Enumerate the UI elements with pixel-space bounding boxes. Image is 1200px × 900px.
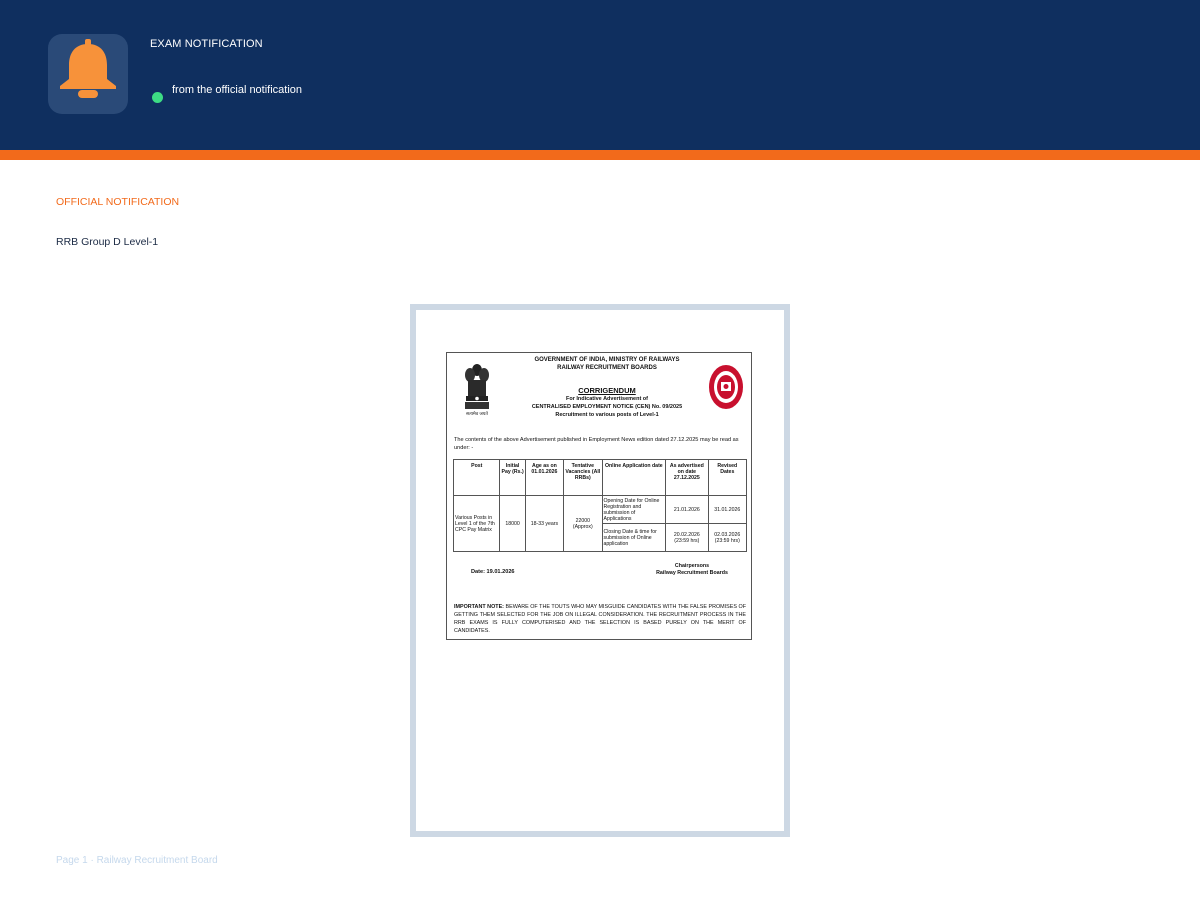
document-name: RRB Group D Level-1 [56,236,159,248]
doc-header-line-2: RAILWAY RECRUITMENT BOARDS [557,365,657,371]
table-header: As advertised on date 27.12.2025 [665,459,709,496]
table-header: Revised Dates [707,459,748,496]
doc-title: CORRIGENDUM [578,386,636,395]
table-header: Post [452,459,501,496]
table-row: Various Posts in Level 1 of the 7th CPC … [452,495,748,552]
signatory-line-1: Chairpersons [674,563,710,569]
doc-date: Date: 19.01.2026 [471,569,515,575]
table-cell-vacancies: 22000 (Approx) [563,495,603,552]
document-preview-frame[interactable]: सत्यमेव जयते GOVERNMENT OF INDIA, MINIST… [410,304,790,837]
table-cell-revised: 02.03.2026 (23:59 hrs) [707,523,748,552]
header-banner: EXAM NOTIFICATION from the official noti… [0,0,1200,150]
table-header: Online Application date [601,459,667,496]
doc-header-line-1: GOVERNMENT OF INDIA, MINISTRY OF RAILWAY… [534,357,680,363]
important-note: IMPORTANT NOTE: BEWARE OF THE TOUTS WHO … [454,603,746,635]
national-emblem-icon [465,364,489,409]
table-cell-post: Various Posts in Level 1 of the 7th CPC … [452,495,501,552]
source-subtitle: from the official notification [172,84,303,96]
section-label: OFFICIAL NOTIFICATION [56,196,180,208]
table-header: Tentative Vacancies (All RRBs) [563,459,603,496]
app-icon-tile [48,34,128,114]
corrigendum-notice: सत्यमेव जयते GOVERNMENT OF INDIA, MINIST… [446,352,752,640]
signatory-line-2: Railway Recruitment Boards [656,570,728,576]
table-header: Initial Pay (Rs.) [499,459,526,496]
accent-divider [0,150,1200,160]
bell-icon [60,39,116,98]
page-footer: Page 1 · Railway Recruitment Board [56,855,218,866]
rrb-logo-icon [709,365,743,409]
note-label: IMPORTANT NOTE: [454,604,504,610]
emblem-caption: सत्यमेव जयते [466,411,488,416]
table-cell-revised: 31.01.2026 [707,495,748,524]
table-cell-label: Opening Date for Online Registration and… [601,495,667,524]
notice-table: Post Initial Pay (Rs.) Age as on 01.01.2… [452,459,748,552]
status-dot [152,92,163,103]
table-header: Age as on 01.01.2026 [524,459,565,496]
doc-paragraph: The contents of the above Advertisement … [454,437,739,451]
document-page: सत्यमेव जयते GOVERNMENT OF INDIA, MINIST… [416,310,784,831]
table-cell-advertised: 20.02.2026 (23:59 hrs) [665,523,709,552]
doc-sub-line-2: CENTRALISED EMPLOYMENT NOTICE (CEN) No. … [531,404,683,410]
doc-sub-line-3: Recruitment to various posts of Level-1 [555,412,659,418]
doc-sub-line-1: For Indicative Advertisement of [565,396,648,402]
page-title: EXAM NOTIFICATION [150,38,263,50]
table-cell-advertised: 21.01.2026 [665,495,709,524]
table-cell-age: 18-33 years [524,495,565,552]
table-header-row: Post Initial Pay (Rs.) Age as on 01.01.2… [452,459,748,496]
table-cell-label: Closing Date & time for submission of On… [601,523,667,552]
doc-signatory: Chairpersons Railway Recruitment Boards [637,563,747,577]
table-cell-pay: 18000 [499,495,526,552]
